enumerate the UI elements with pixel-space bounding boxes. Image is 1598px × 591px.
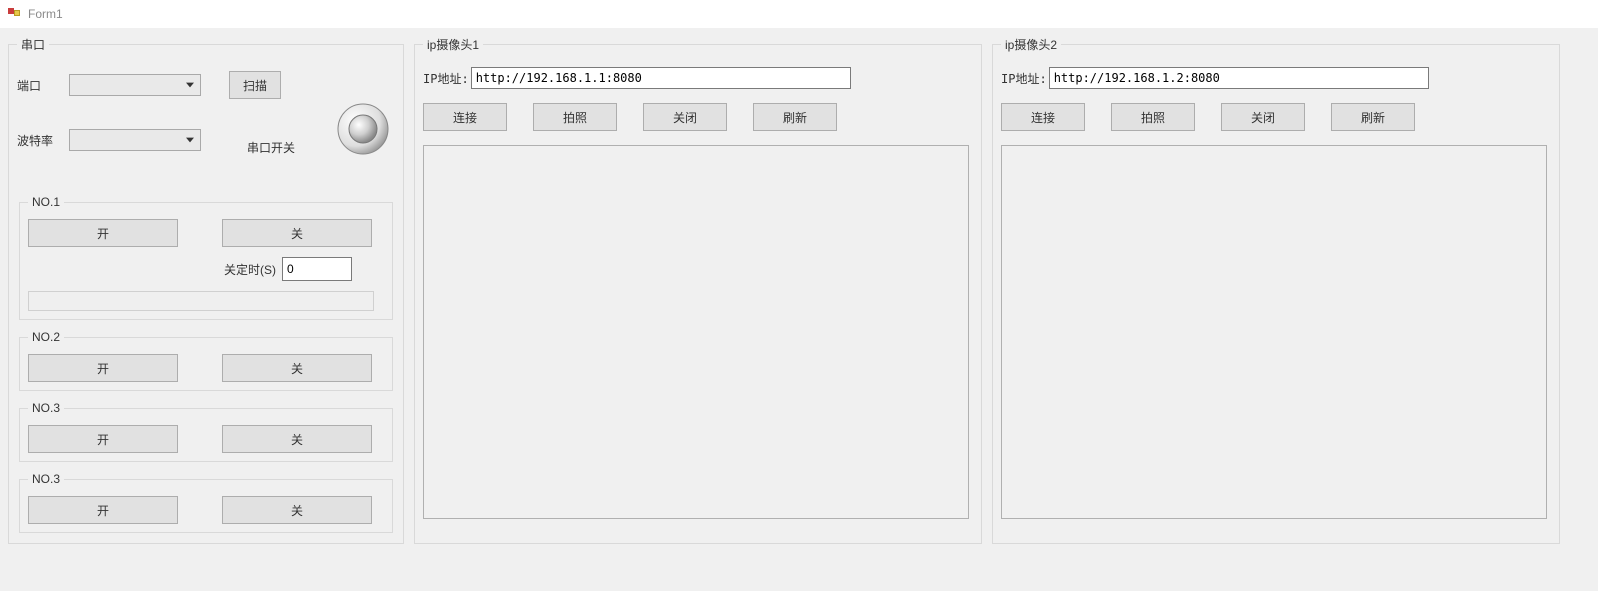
baud-label: 波特率 bbox=[17, 132, 69, 149]
chevron-down-icon bbox=[182, 76, 198, 94]
serial-switch-label: 串口开关 bbox=[247, 139, 295, 156]
serial-group-title: 串口 bbox=[17, 36, 49, 53]
camera-2-ip-label: IP地址: bbox=[1001, 70, 1047, 87]
channel-4-close-button[interactable]: 关 bbox=[222, 496, 372, 524]
port-combo[interactable] bbox=[69, 74, 201, 96]
window: Form1 串口 端口 扫描 波特率 bbox=[0, 0, 1598, 591]
camera-1-ip-label: IP地址: bbox=[423, 70, 469, 87]
serial-switch-led[interactable] bbox=[337, 103, 389, 155]
channel-3-open-button[interactable]: 开 bbox=[28, 425, 178, 453]
channel-1-status-input[interactable] bbox=[28, 291, 374, 311]
channel-2-title: NO.2 bbox=[28, 330, 64, 344]
channel-3-close-button[interactable]: 关 bbox=[222, 425, 372, 453]
camera-2-capture-button[interactable]: 拍照 bbox=[1111, 103, 1195, 131]
camera-2-refresh-button[interactable]: 刷新 bbox=[1331, 103, 1415, 131]
channel-2-group: NO.2 开 关 bbox=[19, 330, 393, 391]
camera-1-connect-button[interactable]: 连接 bbox=[423, 103, 507, 131]
channel-4-group: NO.3 开 关 bbox=[19, 472, 393, 533]
camera-1-refresh-button[interactable]: 刷新 bbox=[753, 103, 837, 131]
channel-3-group: NO.3 开 关 bbox=[19, 401, 393, 462]
camera-2-group: ip摄像头2 IP地址: 连接 拍照 关闭 刷新 bbox=[992, 36, 1560, 544]
scan-button[interactable]: 扫描 bbox=[229, 71, 281, 99]
channel-1-close-button[interactable]: 关 bbox=[222, 219, 372, 247]
channel-1-title: NO.1 bbox=[28, 195, 64, 209]
camera-1-view bbox=[423, 145, 969, 519]
camera-1-group: ip摄像头1 IP地址: 连接 拍照 关闭 刷新 bbox=[414, 36, 982, 544]
camera-1-ip-input[interactable] bbox=[471, 67, 851, 89]
channel-1-open-button[interactable]: 开 bbox=[28, 219, 178, 247]
camera-1-capture-button[interactable]: 拍照 bbox=[533, 103, 617, 131]
titlebar: Form1 bbox=[0, 0, 1598, 28]
baud-combo[interactable] bbox=[69, 129, 201, 151]
channel-3-title: NO.3 bbox=[28, 401, 64, 415]
camera-2-close-button[interactable]: 关闭 bbox=[1221, 103, 1305, 131]
app-icon bbox=[6, 6, 22, 22]
channel-2-open-button[interactable]: 开 bbox=[28, 354, 178, 382]
channel-1-group: NO.1 开 关 关定时(S) bbox=[19, 195, 393, 320]
camera-2-title: ip摄像头2 bbox=[1001, 36, 1061, 53]
serial-top: 端口 扫描 波特率 bbox=[17, 71, 395, 191]
channel-1-timer-label: 关定时(S) bbox=[224, 261, 276, 278]
channel-4-open-button[interactable]: 开 bbox=[28, 496, 178, 524]
channel-4-title: NO.3 bbox=[28, 472, 64, 486]
channel-1-timer-input[interactable] bbox=[282, 257, 352, 281]
chevron-down-icon bbox=[182, 131, 198, 149]
camera-1-close-button[interactable]: 关闭 bbox=[643, 103, 727, 131]
channel-2-close-button[interactable]: 关 bbox=[222, 354, 372, 382]
camera-2-ip-input[interactable] bbox=[1049, 67, 1429, 89]
camera-1-title: ip摄像头1 bbox=[423, 36, 483, 53]
camera-2-connect-button[interactable]: 连接 bbox=[1001, 103, 1085, 131]
camera-2-view bbox=[1001, 145, 1547, 519]
client-area: 串口 端口 扫描 波特率 bbox=[0, 28, 1598, 591]
serial-group: 串口 端口 扫描 波特率 bbox=[8, 36, 404, 544]
window-title: Form1 bbox=[28, 7, 63, 21]
port-label: 端口 bbox=[17, 77, 69, 94]
